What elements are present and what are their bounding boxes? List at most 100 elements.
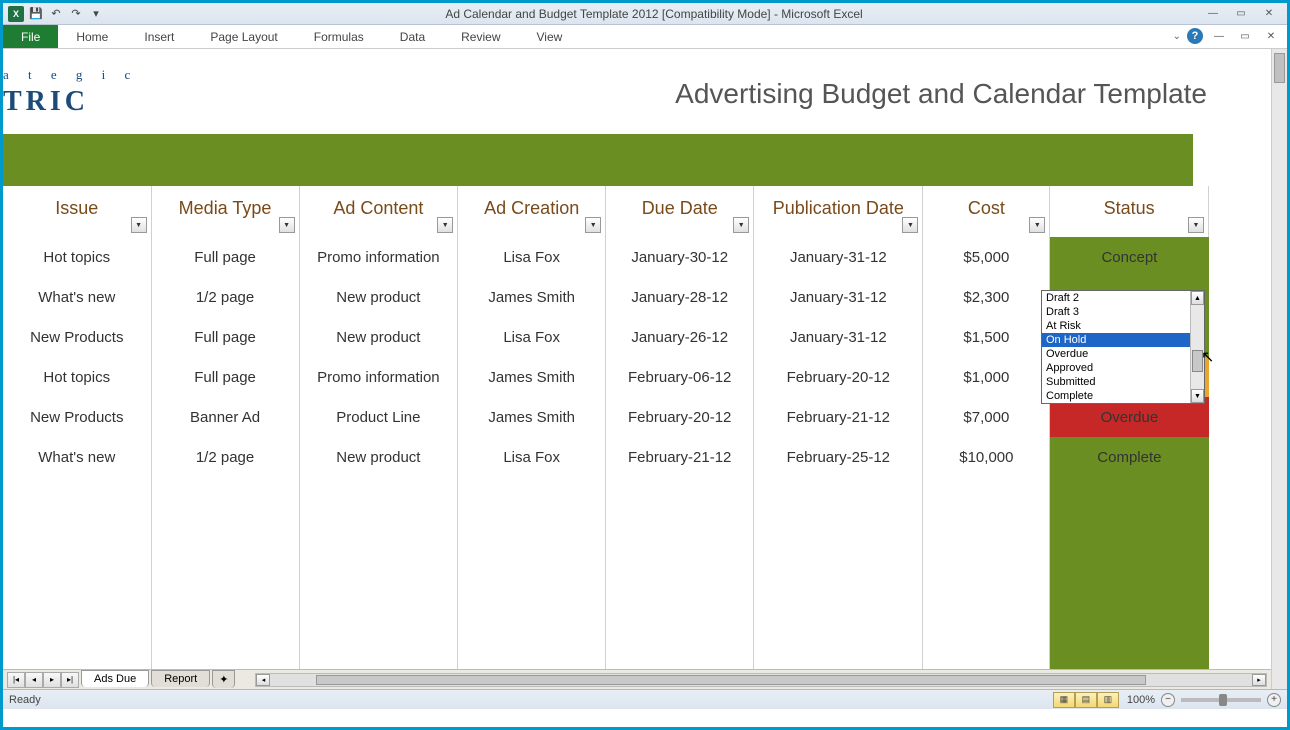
cell-content[interactable]: New product [299,437,458,477]
filter-button[interactable]: ▼ [131,217,147,233]
page-layout-view-button[interactable]: ▤ [1075,692,1097,708]
redo-icon[interactable]: ↷ [67,5,85,23]
empty-cell[interactable] [923,597,1050,637]
cell-cost[interactable]: $1,500 [923,317,1050,357]
status-cell-empty[interactable] [1050,477,1209,517]
cell-due[interactable]: February-21-12 [606,437,754,477]
empty-cell[interactable] [606,517,754,557]
cell-pub[interactable]: February-25-12 [754,437,923,477]
cell-creation[interactable]: Lisa Fox [458,437,606,477]
cell-content[interactable]: New product [299,317,458,357]
cell-content[interactable]: Promo information [299,237,458,277]
ribbon-tab-home[interactable]: Home [58,25,126,48]
cell-creation[interactable]: James Smith [458,397,606,437]
minimize-button[interactable]: — [1203,7,1223,21]
zoom-out-button[interactable]: − [1161,693,1175,707]
workbook-restore-button[interactable]: ▭ [1235,29,1255,43]
cell-due[interactable]: February-06-12 [606,357,754,397]
cell-issue[interactable]: Hot topics [3,237,151,277]
status-dropdown[interactable]: Draft 2Draft 3At RiskOn HoldOverdueAppro… [1041,290,1205,404]
restore-button[interactable]: ▭ [1231,7,1251,21]
h-scroll-left-icon[interactable]: ◂ [256,674,270,686]
dropdown-item[interactable]: Overdue [1042,347,1190,361]
dropdown-item[interactable]: On Hold [1042,333,1190,347]
filter-button[interactable]: ▼ [902,217,918,233]
tab-nav-last-icon[interactable]: ▸| [61,672,79,688]
cell-cost[interactable]: $2,300 [923,277,1050,317]
qat-dropdown-icon[interactable]: ▾ [87,5,105,23]
normal-view-button[interactable]: ▦ [1053,692,1075,708]
cell-cost[interactable]: $5,000 [923,237,1050,277]
scroll-thumb[interactable] [1192,350,1203,372]
scroll-up-arrow-icon[interactable]: ▲ [1191,291,1204,305]
ribbon-tab-formulas[interactable]: Formulas [296,25,382,48]
cell-due[interactable]: February-20-12 [606,397,754,437]
table-row[interactable]: New ProductsBanner AdProduct LineJames S… [3,397,1209,437]
tab-nav-next-icon[interactable]: ▸ [43,672,61,688]
ribbon-tab-data[interactable]: Data [382,25,443,48]
cell-pub[interactable]: February-21-12 [754,397,923,437]
empty-cell[interactable] [458,517,606,557]
cell-issue[interactable]: What's new [3,277,151,317]
ribbon-tab-view[interactable]: View [519,25,581,48]
dropdown-item[interactable]: Complete [1042,389,1190,403]
empty-cell[interactable] [299,557,458,597]
page-break-view-button[interactable]: ▥ [1097,692,1119,708]
table-row-empty[interactable] [3,517,1209,557]
empty-cell[interactable] [3,557,151,597]
table-row[interactable]: Hot topicsFull pagePromo informationLisa… [3,237,1209,277]
cell-cost[interactable]: $10,000 [923,437,1050,477]
table-row-empty[interactable] [3,597,1209,637]
workbook-close-button[interactable]: ✕ [1261,29,1281,43]
cell-issue[interactable]: New Products [3,317,151,357]
empty-cell[interactable] [606,597,754,637]
undo-icon[interactable]: ↶ [47,5,65,23]
empty-cell[interactable] [151,517,299,557]
dropdown-scrollbar[interactable]: ▲ ▼ [1190,291,1204,403]
cell-cost[interactable]: $7,000 [923,397,1050,437]
empty-cell[interactable] [754,597,923,637]
filter-button[interactable]: ▼ [1029,217,1045,233]
cell-due[interactable]: January-26-12 [606,317,754,357]
cell-cost[interactable]: $1,000 [923,357,1050,397]
cell-media[interactable]: 1/2 page [151,277,299,317]
save-icon[interactable]: 💾 [27,5,45,23]
status-cell-empty[interactable] [1050,517,1209,557]
cell-pub[interactable]: February-20-12 [754,357,923,397]
sheet-tab-report[interactable]: Report [151,670,210,687]
excel-icon[interactable]: X [7,5,25,23]
v-scroll-thumb[interactable] [1274,53,1285,83]
table-row[interactable]: What's new1/2 pageNew productLisa FoxFeb… [3,437,1209,477]
empty-cell[interactable] [923,517,1050,557]
horizontal-scrollbar[interactable]: ◂ ▸ [255,673,1267,687]
filter-button[interactable]: ▼ [1188,217,1204,233]
cell-content[interactable]: Product Line [299,397,458,437]
cell-issue[interactable]: New Products [3,397,151,437]
table-row[interactable]: Hot topicsFull pagePromo informationJame… [3,357,1209,397]
cell-due[interactable]: January-28-12 [606,277,754,317]
dropdown-item[interactable]: Submitted [1042,375,1190,389]
empty-cell[interactable] [3,517,151,557]
empty-cell[interactable] [3,477,151,517]
h-scroll-right-icon[interactable]: ▸ [1252,674,1266,686]
filter-button[interactable]: ▼ [437,217,453,233]
tab-nav-prev-icon[interactable]: ◂ [25,672,43,688]
empty-cell[interactable] [458,477,606,517]
ribbon-tab-page-layout[interactable]: Page Layout [192,25,295,48]
empty-cell[interactable] [458,557,606,597]
filter-button[interactable]: ▼ [733,217,749,233]
empty-cell[interactable] [299,597,458,637]
table-row-empty[interactable] [3,477,1209,517]
cell-content[interactable]: Promo information [299,357,458,397]
table-row[interactable]: New ProductsFull pageNew productLisa Fox… [3,317,1209,357]
workbook-minimize-button[interactable]: — [1209,29,1229,43]
cell-due[interactable]: January-30-12 [606,237,754,277]
cell-media[interactable]: Full page [151,357,299,397]
ribbon-tab-review[interactable]: Review [443,25,518,48]
help-icon[interactable]: ? [1187,28,1203,44]
empty-cell[interactable] [3,597,151,637]
empty-cell[interactable] [299,517,458,557]
cell-creation[interactable]: James Smith [458,357,606,397]
close-button[interactable]: ✕ [1259,7,1279,21]
cell-media[interactable]: 1/2 page [151,437,299,477]
